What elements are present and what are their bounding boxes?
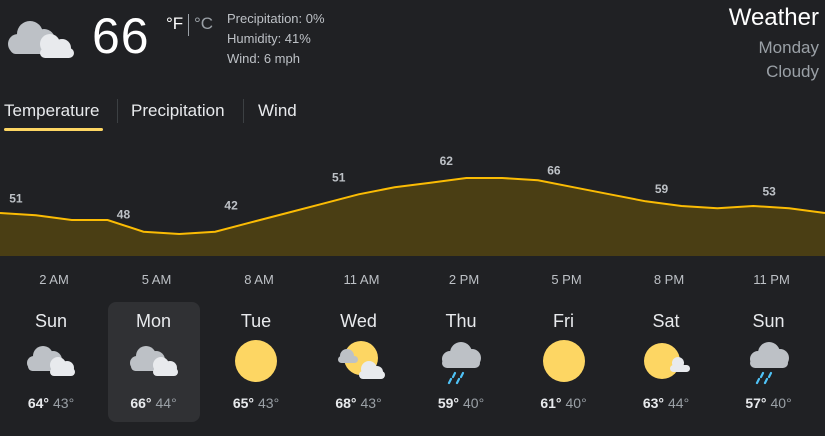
rain-icon — [435, 336, 487, 386]
hour-label: 8 PM — [653, 272, 685, 287]
sunny-icon — [538, 336, 590, 386]
mostly-sunny-icon — [640, 336, 692, 386]
day-name: Sat — [652, 311, 680, 331]
unit-divider — [188, 14, 189, 36]
day-name: Sun — [34, 311, 68, 331]
temperature-label: 59 — [655, 182, 669, 196]
day-temps: 64° 43° — [5, 395, 97, 411]
high-temp: 64° — [27, 395, 49, 411]
day-forecast[interactable]: Sat 63° 44° — [620, 302, 712, 422]
partly-cloudy-icon — [333, 336, 385, 386]
day-name: Thu — [445, 311, 477, 331]
day-name: Fri — [553, 311, 574, 331]
day-temps: 63° 44° — [620, 395, 712, 411]
day-name: Sun — [752, 311, 785, 331]
cloudy-icon — [25, 336, 77, 386]
high-temp: 59° — [437, 395, 459, 411]
temperature-label: 53 — [762, 184, 776, 198]
low-temp: 43° — [258, 395, 280, 411]
temperature-chart[interactable]: 51 48 42 51 62 66 59 53 — [0, 150, 825, 262]
cloudy-icon — [128, 336, 180, 386]
day-forecast[interactable]: Sun 64° 43° — [5, 302, 97, 422]
hour-label: 2 PM — [448, 272, 480, 287]
temperature-label: 42 — [224, 198, 238, 212]
cloudy-icon — [8, 21, 74, 58]
low-temp: 44° — [155, 395, 177, 411]
hour-label: 8 AM — [244, 272, 274, 287]
day-forecast[interactable]: Tue 65° 43° — [210, 302, 302, 422]
low-temp: 43° — [53, 395, 75, 411]
weather-day: Monday — [758, 38, 819, 57]
day-name: Tue — [240, 311, 272, 331]
day-temps: 61° 40° — [518, 395, 610, 411]
temperature-label: 51 — [9, 191, 23, 205]
current-temperature: 66 — [92, 8, 150, 64]
high-temp: 63° — [642, 395, 664, 411]
day-temps: 59° 40° — [415, 395, 507, 411]
active-tab-indicator — [4, 128, 103, 131]
high-temp: 57° — [745, 395, 767, 411]
day-forecast[interactable]: Sun 57° 40° — [723, 302, 815, 422]
rain-icon — [743, 336, 795, 386]
tab-divider — [117, 99, 118, 123]
sunny-icon — [230, 336, 282, 386]
day-forecast[interactable]: Wed 68° 43° — [313, 302, 405, 422]
day-name: Wed — [340, 311, 377, 331]
tab-wind[interactable]: Wind — [258, 101, 297, 121]
humidity-detail: Humidity: 41% — [227, 31, 311, 46]
unit-fahrenheit-toggle[interactable]: °F — [166, 14, 183, 34]
low-temp: 40° — [463, 395, 485, 411]
wind-detail: Wind: 6 mph — [227, 51, 300, 66]
day-temps: 68° 43° — [313, 395, 405, 411]
day-forecast[interactable]: Fri 61° 40° — [518, 302, 610, 422]
day-forecast[interactable]: Mon 66° 44° — [107, 302, 200, 422]
day-name: Mon — [135, 311, 171, 331]
low-temp: 44° — [668, 395, 690, 411]
day-temps: 57° 40° — [723, 395, 815, 411]
high-temp: 61° — [540, 395, 562, 411]
high-temp: 65° — [232, 395, 254, 411]
low-temp: 43° — [360, 395, 382, 411]
temperature-label: 48 — [117, 208, 131, 222]
unit-celsius-toggle[interactable]: °C — [194, 14, 213, 34]
weather-condition: Cloudy — [766, 62, 819, 81]
hour-label: 5 AM — [141, 272, 172, 287]
high-temp: 66° — [130, 395, 152, 411]
hour-label: 11 PM — [753, 272, 790, 287]
high-temp: 68° — [335, 395, 357, 411]
day-temps: 66° 44° — [108, 395, 200, 411]
temperature-label: 66 — [547, 163, 561, 177]
precipitation-detail: Precipitation: 0% — [227, 11, 325, 26]
weather-title: Weather — [728, 4, 819, 31]
tab-divider — [243, 99, 244, 123]
day-temps: 65° 43° — [210, 395, 302, 411]
tab-precipitation[interactable]: Precipitation — [131, 101, 225, 121]
hour-label: 2 AM — [39, 272, 69, 287]
temperature-label: 62 — [440, 154, 454, 168]
low-temp: 40° — [770, 395, 792, 411]
temperature-label: 51 — [332, 170, 346, 184]
hour-label: 5 PM — [551, 272, 582, 287]
hour-label: 11 AM — [343, 272, 380, 287]
tab-temperature[interactable]: Temperature — [4, 101, 99, 121]
low-temp: 40° — [565, 395, 587, 411]
day-forecast[interactable]: Thu 59° 40° — [415, 302, 507, 422]
